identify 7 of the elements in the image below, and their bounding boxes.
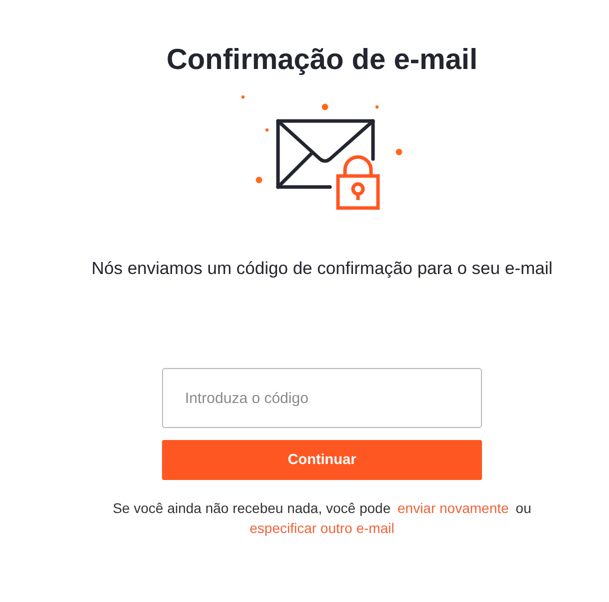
resend-instructions: Se você ainda não recebeu nada, você pode enviar novamente ou especificar outro e-mail xyxy=(112,499,532,538)
page-title: Confirmação de e-mail xyxy=(166,43,478,78)
continue-button[interactable]: Continuar xyxy=(162,440,482,480)
resend-link[interactable]: enviar novamente xyxy=(398,500,509,516)
confirmation-message: Nós enviamos um código de confirmação para o seu e-mail xyxy=(91,257,553,280)
other-email-link[interactable]: especificar outro e-mail xyxy=(250,520,394,536)
code-input-field[interactable]: Introduza o código xyxy=(162,368,482,428)
